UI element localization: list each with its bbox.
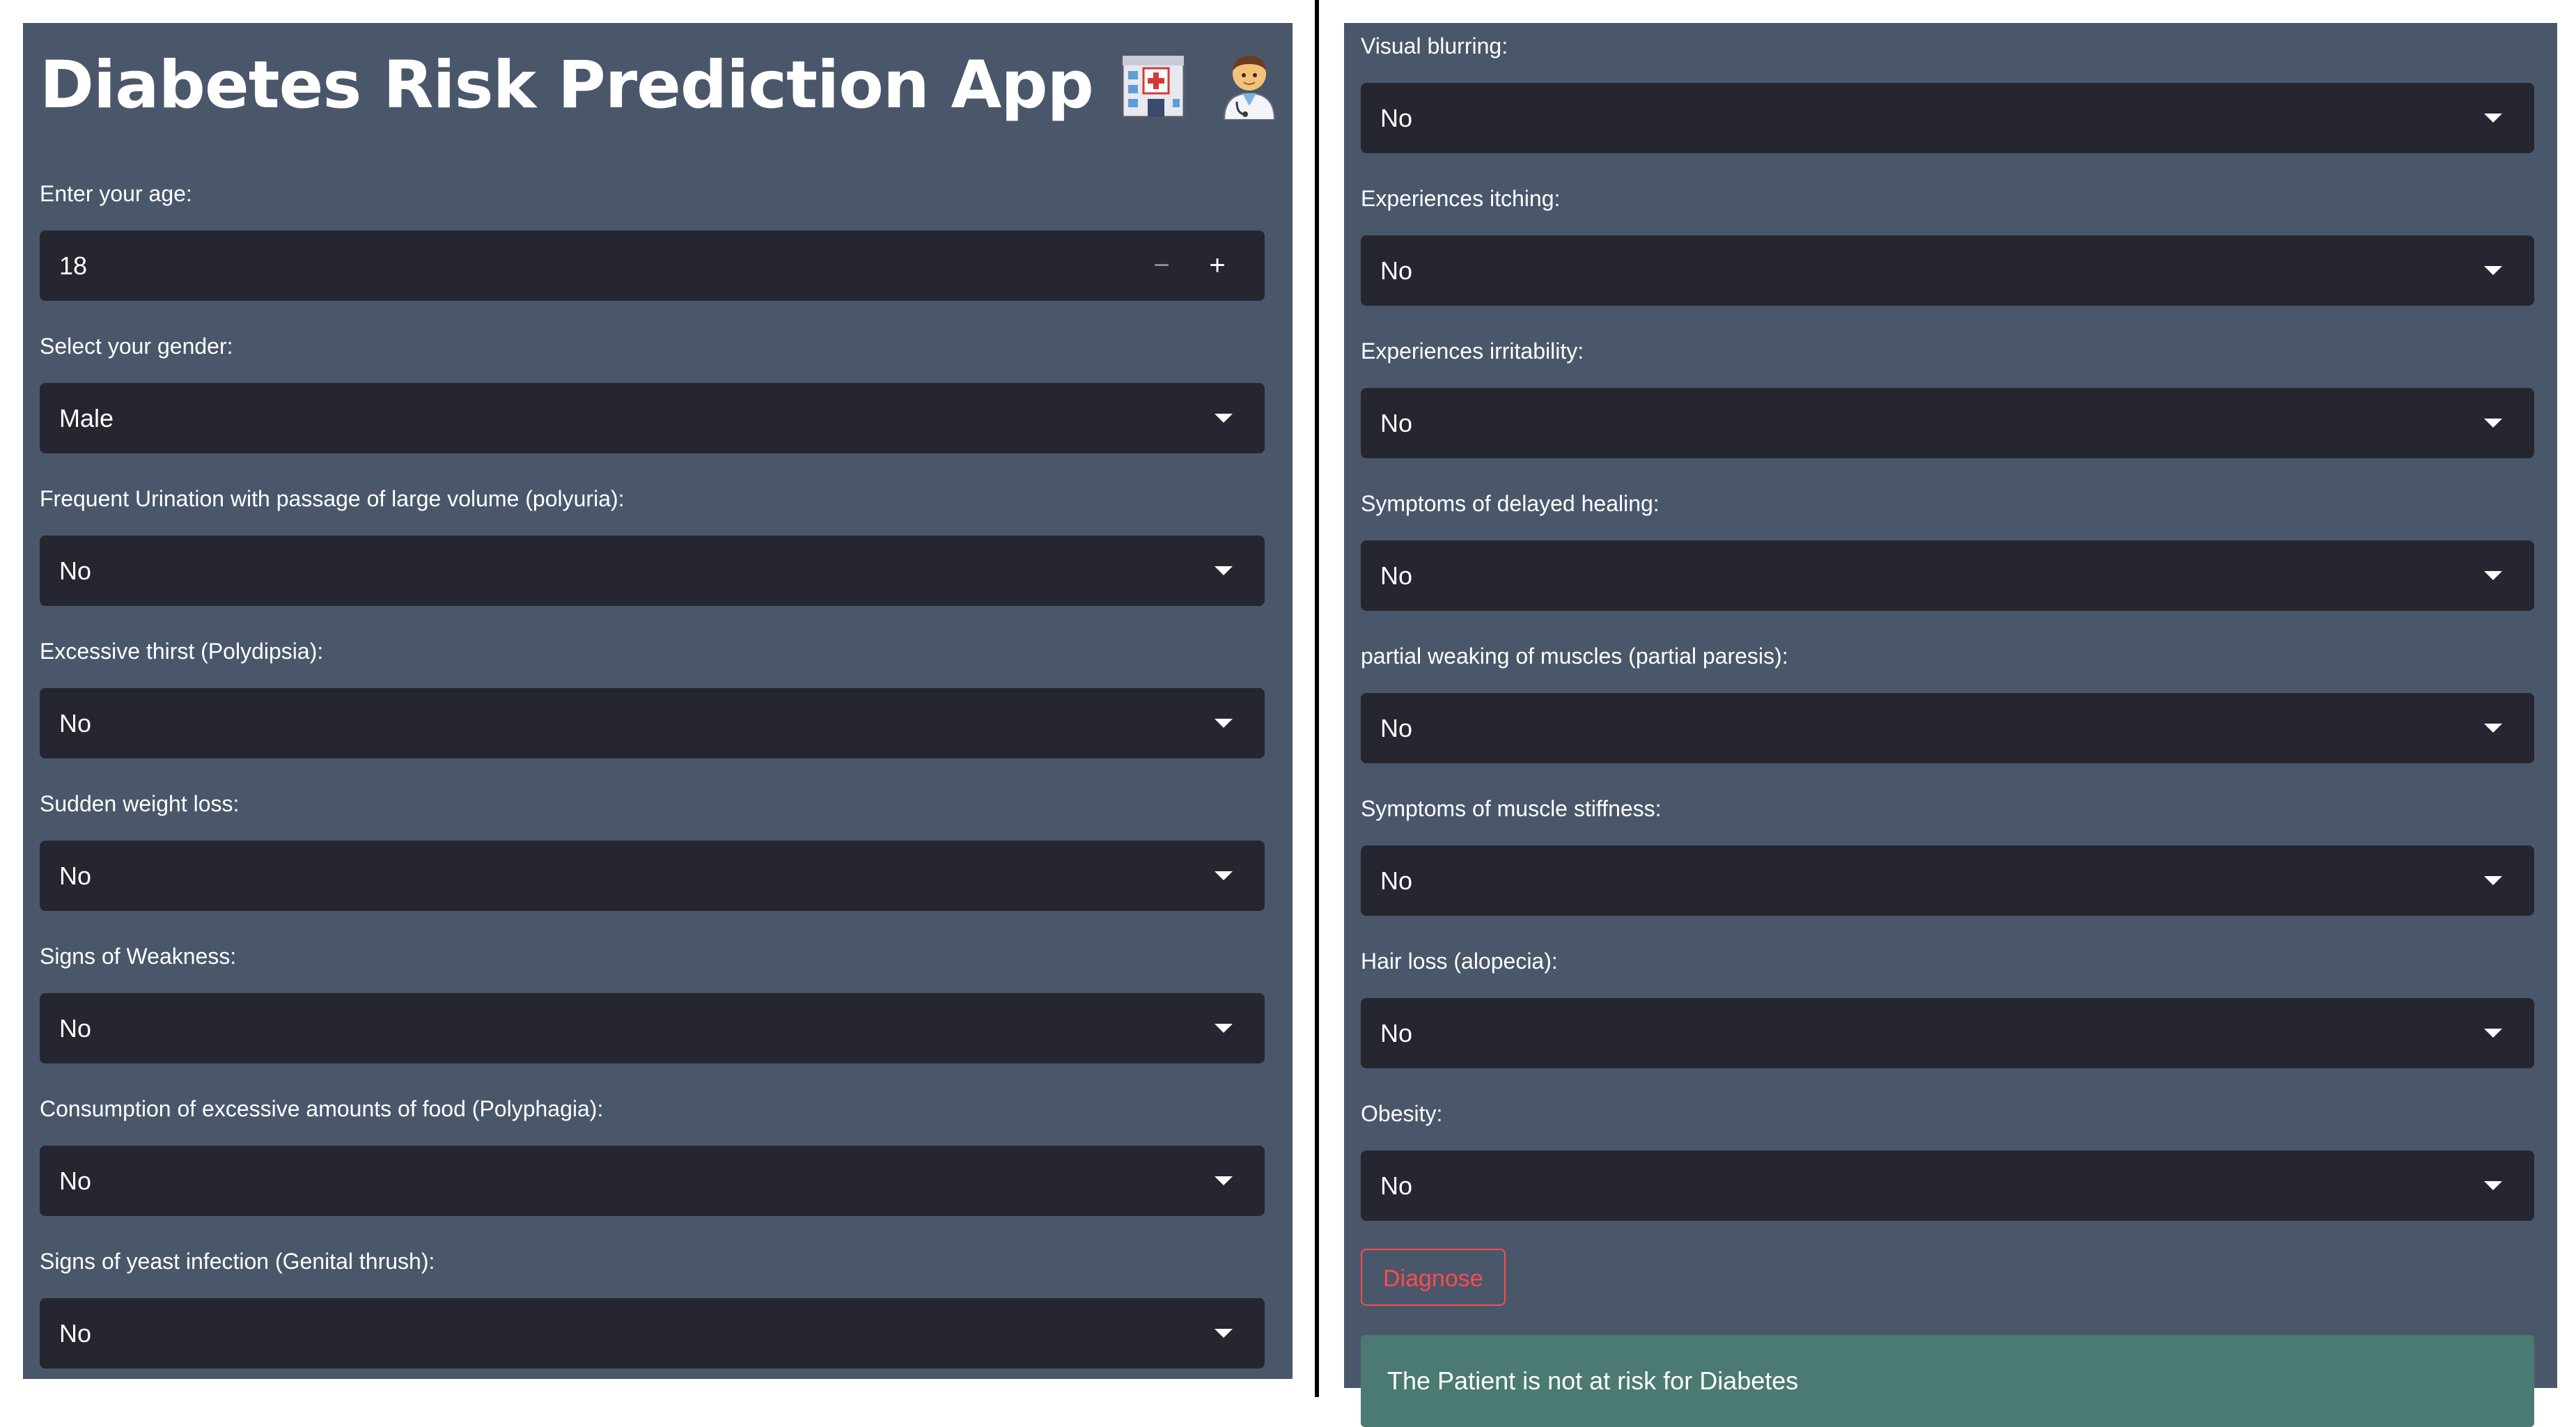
chevron-down-icon[interactable] [1215, 1176, 1233, 1185]
symptom-select[interactable]: No [40, 993, 1265, 1063]
chevron-down-icon[interactable] [1215, 566, 1233, 575]
symptom-select[interactable]: No [1361, 1151, 2534, 1221]
symptom-select[interactable]: No [1361, 998, 2534, 1068]
symptom-field: Experiences itching: No [1361, 182, 2534, 306]
symptom-select-value: No [59, 1013, 92, 1043]
symptom-select-value: No [1380, 561, 1413, 590]
chevron-down-icon[interactable] [2484, 876, 2502, 885]
symptom-select-value: No [1380, 1018, 1413, 1047]
age-decrement-button[interactable]: − [1134, 250, 1189, 281]
age-increment-button[interactable]: + [1189, 250, 1245, 281]
symptom-select-value: No [1380, 408, 1413, 437]
age-field: Enter your age: 18 − + [40, 178, 1265, 301]
symptom-select-value: No [59, 861, 92, 890]
symptom-label: Signs of Weakness: [40, 944, 237, 969]
chevron-down-icon[interactable] [1215, 871, 1233, 880]
symptom-label: Consumption of excessive amounts of food… [40, 1096, 604, 1121]
age-number-input[interactable]: 18 − + [40, 231, 1265, 301]
gender-field: Select your gender: Male [40, 330, 1265, 453]
symptom-select[interactable]: No [1361, 540, 2534, 611]
symptom-label: Excessive thirst (Polydipsia): [40, 639, 324, 664]
symptom-field: Visual blurring: No [1361, 23, 2534, 153]
result-text: The Patient is not at risk for Diabetes [1387, 1366, 1799, 1395]
symptom-label: Hair loss (alopecia): [1361, 949, 1558, 974]
symptom-select-value: No [1380, 103, 1413, 132]
symptom-label: Visual blurring: [1361, 33, 1508, 59]
hospital-icon [1117, 47, 1189, 123]
chevron-down-icon[interactable] [2484, 1181, 2502, 1190]
symptom-select-value: No [1380, 866, 1413, 895]
chevron-down-icon[interactable] [2484, 571, 2502, 580]
health-worker-icon [1213, 47, 1286, 123]
chevron-down-icon[interactable] [2484, 266, 2502, 275]
symptom-label: Symptoms of delayed healing: [1361, 491, 1660, 516]
symptom-field: Hair loss (alopecia): No [1361, 945, 2534, 1068]
chevron-down-icon[interactable] [1215, 1329, 1233, 1338]
chevron-down-icon[interactable] [2484, 419, 2502, 428]
gender-select-value: Male [59, 403, 114, 432]
symptom-select[interactable]: No [40, 841, 1265, 911]
app-title: Diabetes Risk Prediction App [40, 47, 1094, 123]
title-row: Diabetes Risk Prediction App [40, 23, 1275, 147]
symptom-select[interactable]: No [1361, 235, 2534, 306]
symptom-field: partial weaking of muscles (partial pare… [1361, 640, 2534, 763]
symptom-field: Signs of Weakness: No [40, 940, 1265, 1063]
symptom-select[interactable]: No [1361, 83, 2534, 153]
age-label: Enter your age: [40, 181, 192, 206]
symptom-select-value: No [59, 1166, 92, 1195]
symptom-label: Sudden weight loss: [40, 791, 240, 816]
symptom-field: Excessive thirst (Polydipsia): No [40, 635, 1265, 758]
symptom-label: Experiences itching: [1361, 186, 1561, 211]
chevron-down-icon[interactable] [2484, 1029, 2502, 1038]
symptom-label: Frequent Urination with passage of large… [40, 486, 625, 511]
symptom-field: Symptoms of delayed healing: No [1361, 488, 2534, 611]
symptom-select-value: No [1380, 1171, 1413, 1200]
symptom-select[interactable]: No [40, 688, 1265, 758]
symptom-select-value: No [59, 708, 92, 738]
symptom-select-value: No [59, 1318, 92, 1348]
symptom-select-value: No [1380, 713, 1413, 742]
chevron-down-icon[interactable] [2484, 724, 2502, 733]
chevron-down-icon[interactable] [1215, 1024, 1233, 1033]
symptom-label: Signs of yeast infection (Genital thrush… [40, 1249, 435, 1274]
symptom-select[interactable]: No [40, 1298, 1265, 1368]
result-success-box: The Patient is not at risk for Diabetes [1361, 1335, 2534, 1427]
symptom-field: Frequent Urination with passage of large… [40, 483, 1265, 606]
symptom-field: Obesity: No [1361, 1098, 2534, 1221]
panel-divider [1315, 0, 1319, 1397]
symptom-label: partial weaking of muscles (partial pare… [1361, 644, 1788, 669]
diagnose-button[interactable]: Diagnose [1361, 1249, 1506, 1306]
left-panel: Diabetes Risk Prediction App Enter your … [23, 23, 1293, 1379]
symptom-select[interactable]: No [1361, 845, 2534, 916]
symptom-select[interactable]: No [1361, 388, 2534, 458]
chevron-down-icon[interactable] [2484, 114, 2502, 123]
diagnose-row: Diagnose [1361, 1249, 2534, 1306]
right-panel: Visual blurring: No Experiences itching: No… [1344, 23, 2557, 1427]
symptom-label: Experiences irritability: [1361, 338, 1584, 364]
age-value[interactable]: 18 [59, 251, 1134, 281]
symptom-field: Sudden weight loss: No [40, 788, 1265, 911]
gender-label: Select your gender: [40, 334, 233, 359]
symptom-select-value: No [59, 556, 92, 585]
symptom-label: Obesity: [1361, 1101, 1443, 1126]
gender-select[interactable]: Male [40, 383, 1265, 453]
symptom-field: Symptoms of muscle stiffness: No [1361, 793, 2534, 916]
symptom-field: Experiences irritability: No [1361, 335, 2534, 458]
symptom-select[interactable]: No [1361, 693, 2534, 763]
chevron-down-icon[interactable] [1215, 719, 1233, 728]
symptom-select-value: No [1380, 256, 1413, 285]
symptom-field: Signs of yeast infection (Genital thrush… [40, 1245, 1265, 1368]
chevron-down-icon[interactable] [1215, 414, 1233, 423]
symptom-select[interactable]: No [40, 1146, 1265, 1216]
symptom-label: Symptoms of muscle stiffness: [1361, 796, 1662, 821]
symptom-field: Consumption of excessive amounts of food… [40, 1093, 1265, 1216]
symptom-select[interactable]: No [40, 536, 1265, 606]
